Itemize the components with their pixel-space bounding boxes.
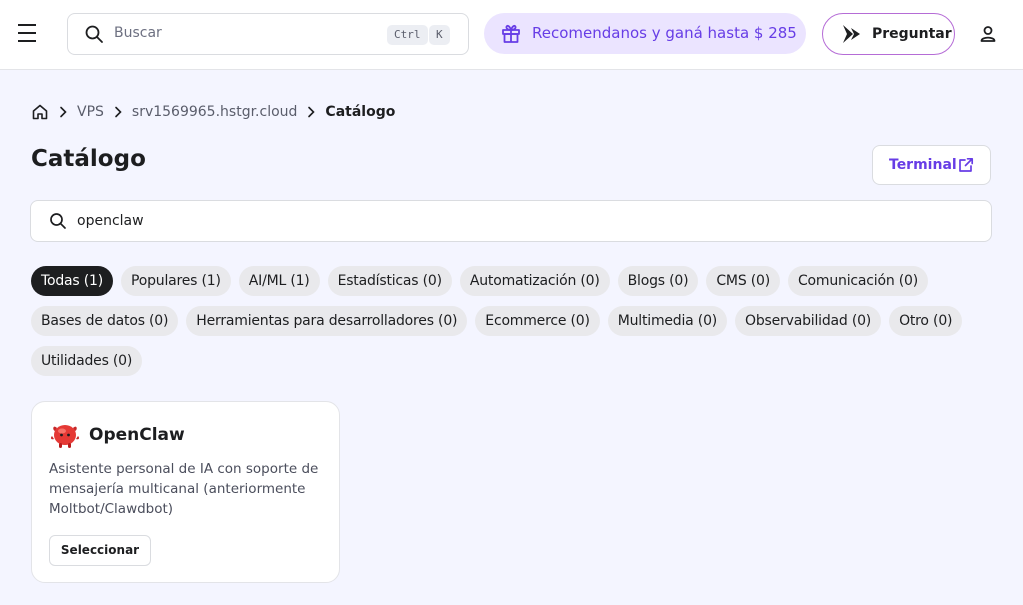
red-claw-mascot-icon [49,420,81,454]
app-description: Asistente personal de IA con soporte de … [49,461,319,517]
category-chip[interactable]: Utilidades (0) [31,346,143,376]
chevron-right-icon [306,106,316,118]
category-chip[interactable]: Automatización (0) [459,266,610,296]
search-icon [49,212,67,234]
category-chip[interactable]: Estadísticas (0) [327,266,452,296]
global-search[interactable]: Buscar Ctrl K [67,13,469,55]
select-app-button[interactable]: Seleccionar [49,535,151,566]
shortcut-ctrl-key: Ctrl [387,25,428,45]
ask-ai-button[interactable]: Preguntar [822,13,955,55]
ask-label: Preguntar [872,26,952,42]
search-icon [84,24,104,48]
terminal-label: Terminal [889,157,957,173]
category-chip[interactable]: Bases de datos (0) [31,306,179,336]
search-placeholder: Buscar [114,25,162,41]
chevron-right-icon [58,106,68,118]
breadcrumb: VPS srv1569965.hstgr.cloud Catálogo [31,102,395,122]
sparkle-arrow-icon [841,24,863,48]
menu-icon[interactable] [18,24,38,44]
breadcrumb-server[interactable]: srv1569965.hstgr.cloud [132,104,298,120]
home-icon[interactable] [31,103,49,121]
catalog-search-input[interactable]: openclaw [30,200,992,242]
category-chip[interactable]: AI/ML (1) [238,266,320,296]
app-name: OpenClaw [89,425,185,445]
user-account-icon[interactable] [978,24,998,48]
referral-promo-button[interactable]: Recomendanos y ganá hasta $ 285 [484,13,806,54]
category-chip[interactable]: Blogs (0) [617,266,699,296]
category-chip[interactable]: Herramientas para desarrolladores (0) [186,306,468,336]
breadcrumb-current: Catálogo [325,104,396,120]
app-card-openclaw[interactable]: OpenClaw Asistente personal de IA con so… [31,401,340,583]
page-title: Catálogo [31,146,146,172]
category-chip[interactable]: Multimedia (0) [607,306,728,336]
top-bar: Buscar Ctrl K Recomendanos y ganá hasta … [0,0,1023,70]
category-chip[interactable]: Observabilidad (0) [735,306,882,336]
external-link-icon [958,157,974,177]
category-filter-list: Todas (1) Populares (1) AI/ML (1) Estadísti… [31,266,996,376]
category-chip[interactable]: Comunicación (0) [787,266,928,296]
category-chip[interactable]: Ecommerce (0) [475,306,600,336]
promo-text: Recomendanos y ganá hasta $ 285 [532,24,797,42]
catalog-search-value: openclaw [77,213,144,229]
terminal-button[interactable]: Terminal [872,145,991,185]
category-chip[interactable]: CMS (0) [706,266,780,296]
shortcut-k-key: K [429,25,450,45]
breadcrumb-vps[interactable]: VPS [77,104,104,120]
chevron-right-icon [113,106,123,118]
category-chip[interactable]: Otro (0) [889,306,963,336]
category-chip[interactable]: Populares (1) [120,266,231,296]
gift-icon [500,22,522,48]
category-chip[interactable]: Todas (1) [31,266,113,296]
